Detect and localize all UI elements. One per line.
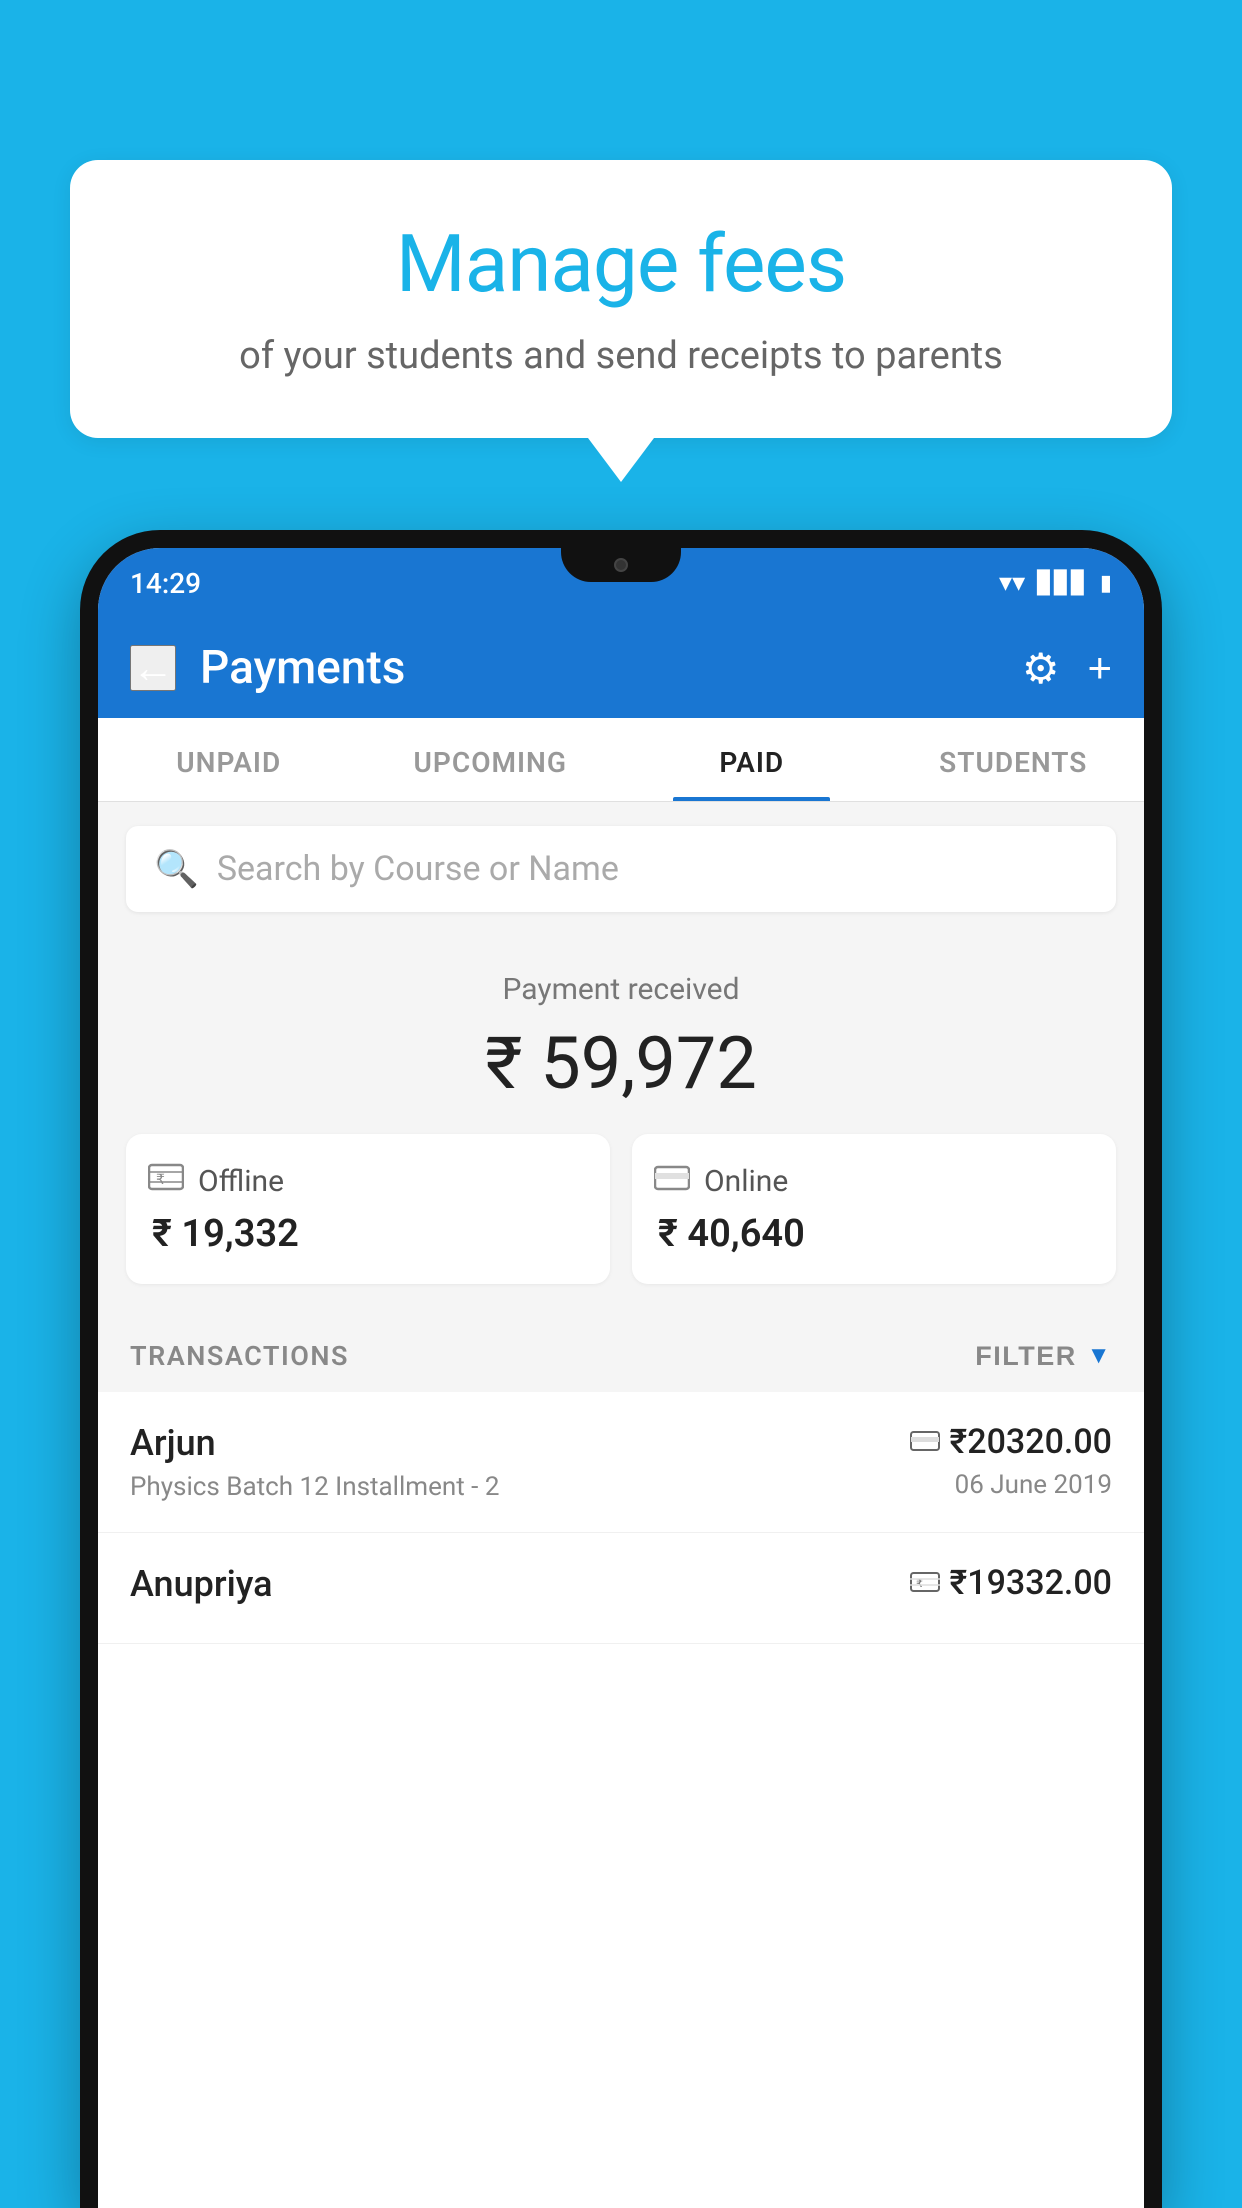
- online-icon: [654, 1162, 690, 1200]
- filter-button[interactable]: FILTER ▼: [975, 1341, 1112, 1372]
- offline-icon: ₹: [148, 1162, 184, 1200]
- tab-upcoming[interactable]: UPCOMING: [360, 718, 622, 801]
- battery-icon: ▮: [1100, 571, 1112, 596]
- page-title: Payments: [200, 641, 998, 695]
- tabs-bar: UNPAID UPCOMING PAID STUDENTS: [98, 718, 1144, 802]
- transactions-header: TRANSACTIONS FILTER ▼: [98, 1312, 1144, 1392]
- online-card-header: Online: [654, 1162, 788, 1200]
- offline-card: ₹ Offline ₹ 19,332: [126, 1134, 610, 1284]
- search-placeholder: Search by Course or Name: [217, 849, 619, 889]
- info-bubble-card: Manage fees of your students and send re…: [70, 160, 1172, 438]
- online-payment-icon: [910, 1426, 940, 1459]
- app-header: ← Payments ⚙ +: [98, 618, 1144, 718]
- tx-name: Anupriya: [130, 1563, 273, 1605]
- tx-right-arjun: ₹20320.00 06 June 2019: [910, 1422, 1112, 1500]
- tx-left-anupriya: Anupriya: [130, 1563, 273, 1613]
- svg-text:₹: ₹: [916, 1578, 923, 1590]
- search-box[interactable]: 🔍 Search by Course or Name: [126, 826, 1116, 912]
- filter-icon: ▼: [1087, 1342, 1112, 1370]
- camera: [614, 558, 628, 572]
- status-bar: 14:29 ▾▾ ▊▊▊ ▮: [98, 548, 1144, 618]
- payment-total-amount: ₹ 59,972: [126, 1021, 1116, 1106]
- tx-amount-value: ₹19332.00: [950, 1563, 1112, 1603]
- tx-date: 06 June 2019: [955, 1470, 1112, 1500]
- phone-screen: 14:29 ▾▾ ▊▊▊ ▮ ← Payments ⚙ +: [98, 548, 1144, 2208]
- offline-card-header: ₹ Offline: [148, 1162, 284, 1200]
- tab-paid[interactable]: PAID: [621, 718, 883, 801]
- online-card: Online ₹ 40,640: [632, 1134, 1116, 1284]
- table-row[interactable]: Anupriya ₹ ₹: [98, 1533, 1144, 1644]
- status-icons: ▾▾ ▊▊▊ ▮: [999, 568, 1112, 598]
- offline-payment-icon: ₹: [910, 1567, 940, 1600]
- payment-cards: ₹ Offline ₹ 19,332: [126, 1134, 1116, 1284]
- online-label: Online: [704, 1164, 788, 1199]
- tx-desc: Physics Batch 12 Installment - 2: [130, 1472, 499, 1502]
- tx-amount-row: ₹20320.00: [910, 1422, 1112, 1462]
- status-time: 14:29: [130, 567, 201, 600]
- bubble-title: Manage fees: [120, 220, 1122, 308]
- online-amount: ₹ 40,640: [654, 1212, 805, 1256]
- tx-amount-value: ₹20320.00: [950, 1422, 1112, 1462]
- payment-received-label: Payment received: [126, 972, 1116, 1007]
- header-icons: ⚙ +: [1022, 644, 1112, 693]
- filter-label: FILTER: [975, 1341, 1076, 1372]
- search-icon: 🔍: [154, 848, 199, 890]
- svg-text:₹: ₹: [156, 1171, 165, 1187]
- bubble-subtitle: of your students and send receipts to pa…: [120, 330, 1122, 383]
- tx-left-arjun: Arjun Physics Batch 12 Installment - 2: [130, 1422, 499, 1502]
- settings-button[interactable]: ⚙: [1022, 644, 1060, 693]
- offline-label: Offline: [198, 1164, 284, 1199]
- wifi-icon: ▾▾: [999, 568, 1025, 598]
- search-container: 🔍 Search by Course or Name: [98, 802, 1144, 936]
- add-button[interactable]: +: [1087, 644, 1112, 692]
- tx-amount-row: ₹ ₹19332.00: [910, 1563, 1112, 1603]
- table-row[interactable]: Arjun Physics Batch 12 Installment - 2: [98, 1392, 1144, 1533]
- transactions-label: TRANSACTIONS: [130, 1340, 349, 1372]
- offline-amount: ₹ 19,332: [148, 1212, 299, 1256]
- back-button[interactable]: ←: [130, 645, 176, 691]
- tab-students[interactable]: STUDENTS: [883, 718, 1145, 801]
- tx-right-anupriya: ₹ ₹19332.00: [910, 1563, 1112, 1603]
- payment-summary: Payment received ₹ 59,972 ₹: [98, 936, 1144, 1312]
- phone-frame: 14:29 ▾▾ ▊▊▊ ▮ ← Payments ⚙ +: [80, 530, 1162, 2208]
- tab-unpaid[interactable]: UNPAID: [98, 718, 360, 801]
- transactions-list: Arjun Physics Batch 12 Installment - 2: [98, 1392, 1144, 1644]
- signal-icon: ▊▊▊: [1037, 571, 1088, 596]
- notch-cutout: [561, 548, 681, 582]
- tx-name: Arjun: [130, 1422, 499, 1464]
